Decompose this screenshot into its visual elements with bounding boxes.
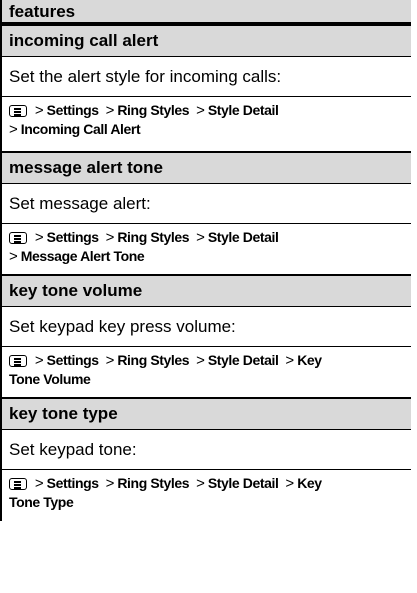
- features-table: features incoming call alert Set the ale…: [0, 0, 411, 521]
- section-description: Set keypad tone:: [2, 429, 411, 469]
- section-description: Set message alert:: [2, 183, 411, 223]
- path-item-ring-styles: Ring Styles: [117, 102, 190, 118]
- path-item-ring-styles: Ring Styles: [117, 229, 190, 245]
- path-item-style-detail: Style Detail: [207, 229, 279, 245]
- path-separator: >: [34, 102, 44, 119]
- path-separator: >: [34, 229, 44, 246]
- path-item-settings: Settings: [46, 229, 99, 245]
- menu-key-icon: [9, 232, 27, 244]
- menu-key-icon: [9, 355, 27, 367]
- path-item-final: Tone Volume: [9, 371, 91, 387]
- path-item-final: Message Alert Tone: [20, 248, 145, 264]
- menu-key-icon: [9, 478, 27, 490]
- table-header-title: features: [2, 0, 411, 23]
- section-title-key-tone-type: key tone type: [2, 397, 411, 429]
- menu-path: > Settings > Ring Styles > Style Detail > Me…: [2, 223, 411, 274]
- path-item-settings: Settings: [46, 102, 99, 118]
- path-separator: >: [34, 352, 44, 369]
- path-item-settings: Settings: [46, 352, 99, 368]
- path-item-settings: Settings: [46, 475, 99, 491]
- path-separator: >: [34, 475, 44, 492]
- path-separator: >: [285, 352, 295, 369]
- menu-path: > Settings > Ring Styles > Style Detail > In…: [2, 96, 411, 151]
- path-item-style-detail: Style Detail: [207, 102, 279, 118]
- path-item-style-detail: Style Detail: [207, 475, 279, 491]
- path-item-key: Key: [297, 352, 322, 368]
- path-separator: >: [105, 229, 115, 246]
- path-separator: >: [196, 475, 205, 492]
- table-header: features: [2, 0, 411, 24]
- section-title-message-alert-tone: message alert tone: [2, 151, 411, 183]
- section-title-key-tone-volume: key tone volume: [2, 274, 411, 306]
- path-item-ring-styles: Ring Styles: [117, 352, 190, 368]
- path-separator: >: [196, 352, 205, 369]
- path-item-final: Incoming Call Alert: [20, 121, 141, 137]
- path-separator: >: [9, 121, 18, 138]
- menu-key-icon: [9, 105, 27, 117]
- path-item-key: Key: [297, 475, 322, 491]
- section-description: Set keypad key press volume:: [2, 306, 411, 346]
- menu-path: > Settings > Ring Styles > Style Detail > Ke…: [2, 469, 411, 521]
- menu-path: > Settings > Ring Styles > Style Detail > Ke…: [2, 346, 411, 397]
- path-separator: >: [196, 102, 205, 119]
- path-separator: >: [285, 475, 295, 492]
- path-separator: >: [105, 475, 115, 492]
- path-separator: >: [105, 352, 115, 369]
- path-separator: >: [9, 248, 18, 265]
- path-item-final: Tone Type: [9, 494, 74, 510]
- section-description: Set the alert style for incoming calls:: [2, 56, 411, 96]
- path-separator: >: [196, 229, 205, 246]
- path-item-ring-styles: Ring Styles: [117, 475, 190, 491]
- path-separator: >: [105, 102, 115, 119]
- section-title-incoming-call-alert: incoming call alert: [2, 24, 411, 56]
- path-item-style-detail: Style Detail: [207, 352, 279, 368]
